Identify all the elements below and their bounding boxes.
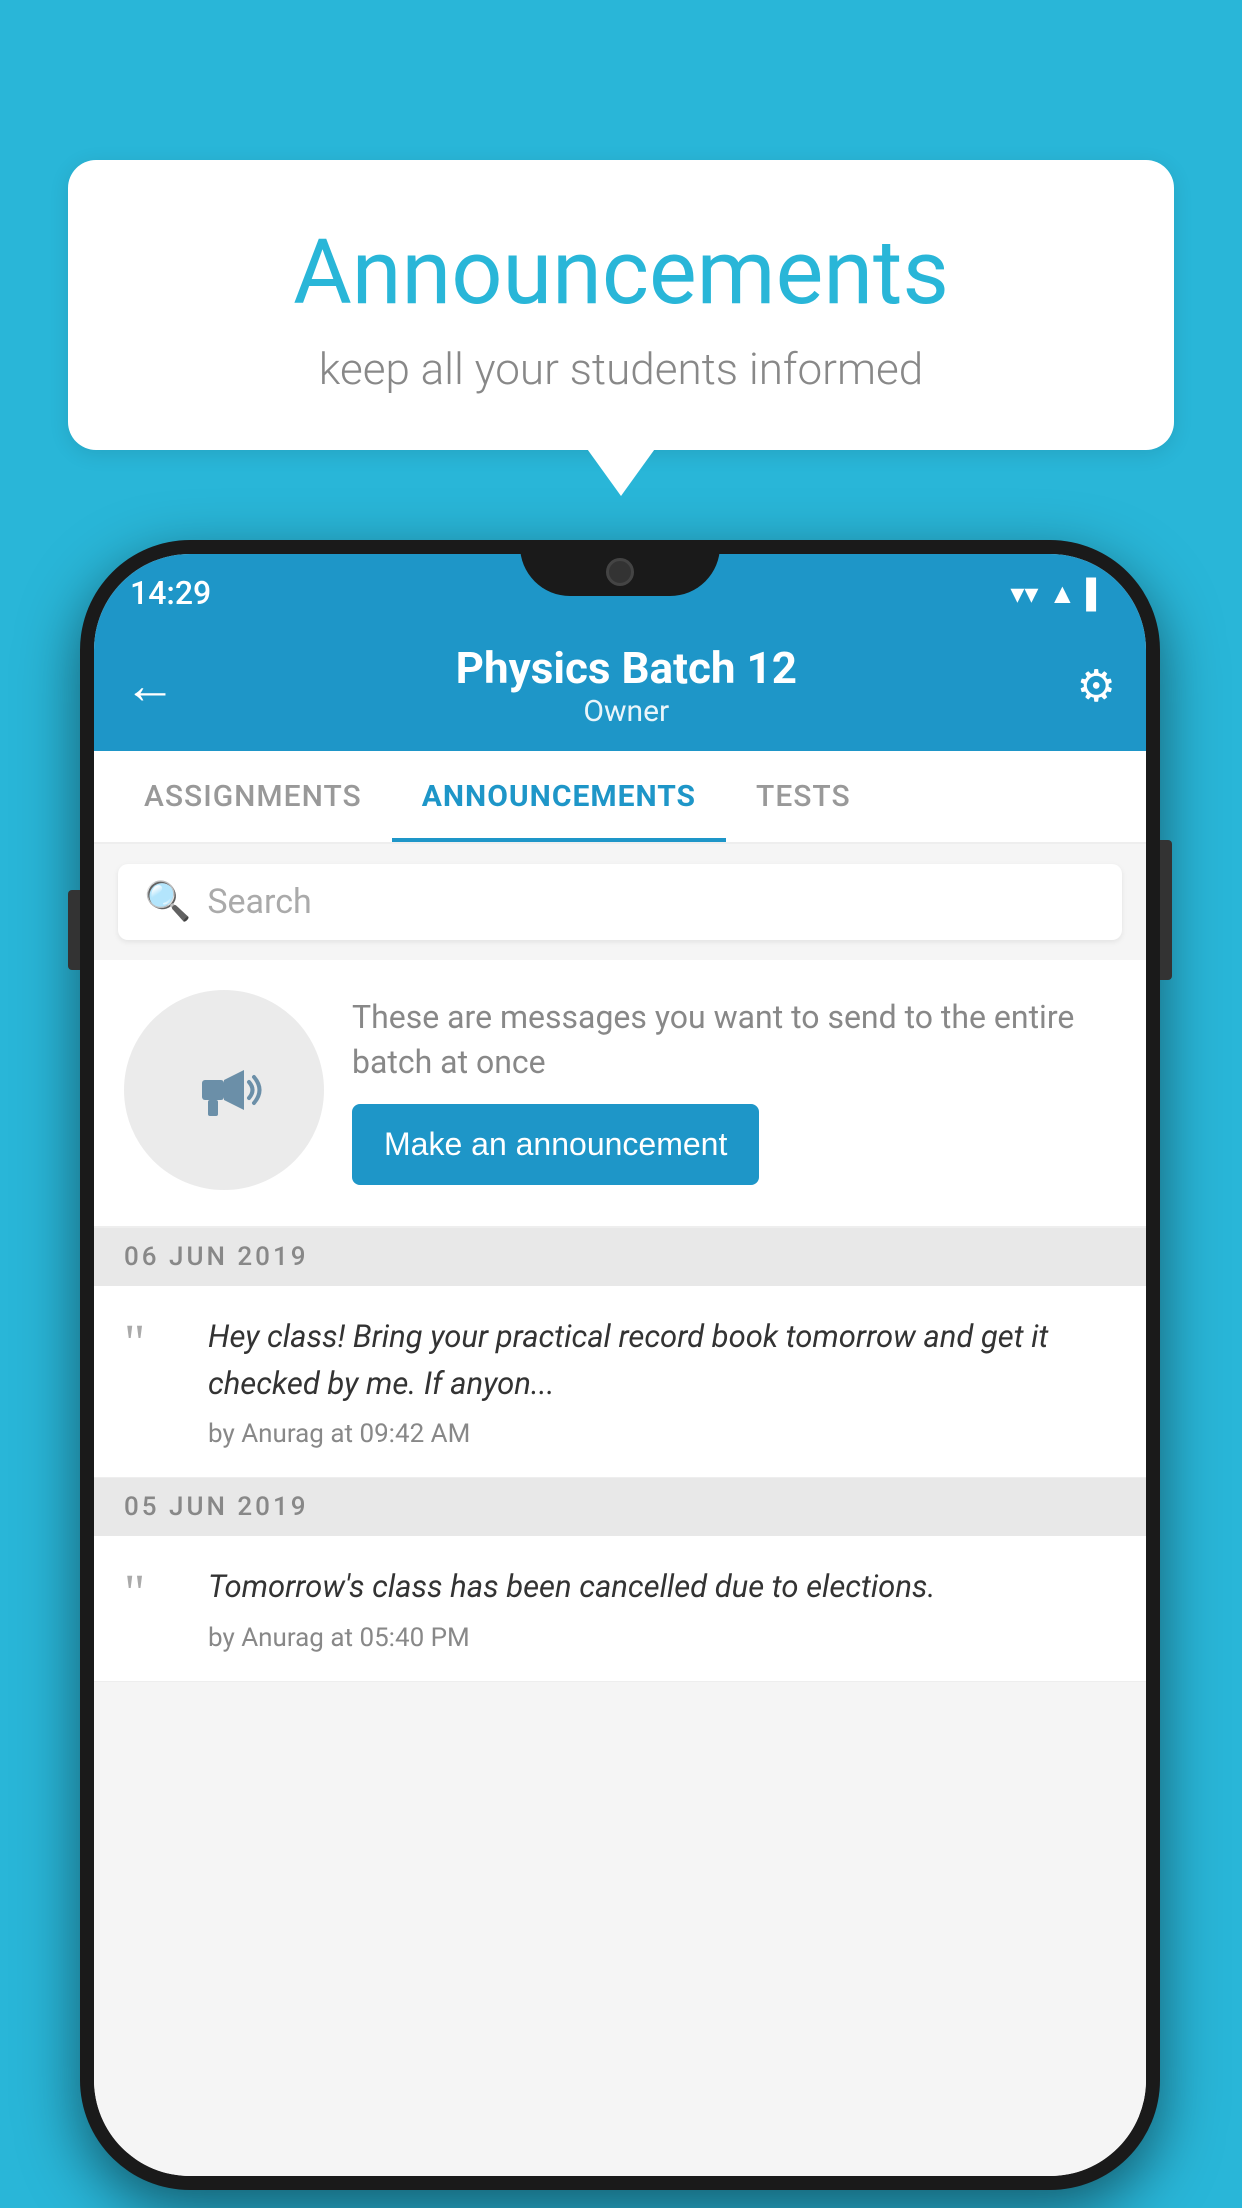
tabs-bar: ASSIGNMENTS ANNOUNCEMENTS TESTS: [94, 751, 1146, 844]
announcement-meta-2: by Anurag at 05:40 PM: [208, 1623, 1116, 1653]
date-divider-1: 06 JUN 2019: [94, 1228, 1146, 1286]
app-header: ← Physics Batch 12 Owner ⚙: [94, 624, 1146, 751]
phone-content: 14:29 ▾▾ ▲ ▌ ← Physics Batch 12 Owner ⚙: [94, 554, 1146, 2176]
content-area: 🔍 Search: [94, 844, 1146, 2176]
battery-icon: ▌: [1086, 577, 1106, 610]
tab-tests[interactable]: TESTS: [726, 751, 881, 842]
power-button: [1160, 840, 1172, 980]
header-title: Physics Batch 12: [456, 642, 797, 694]
announcement-item-2: " Tomorrow's class has been cancelled du…: [94, 1536, 1146, 1682]
volume-button: [68, 890, 80, 970]
header-subtitle: Owner: [456, 694, 797, 729]
wifi-icon: ▾▾: [1010, 577, 1038, 610]
search-bar[interactable]: 🔍 Search: [118, 864, 1122, 940]
header-title-group: Physics Batch 12 Owner: [456, 642, 797, 729]
speech-bubble-subtitle: keep all your students informed: [108, 343, 1134, 395]
announcement-text-2: Tomorrow's class has been cancelled due …: [208, 1564, 1116, 1611]
speech-bubble: Announcements keep all your students inf…: [68, 160, 1174, 450]
date-divider-2: 05 JUN 2019: [94, 1478, 1146, 1536]
status-time: 14:29: [130, 574, 211, 612]
search-placeholder: Search: [207, 882, 311, 922]
megaphone-icon: [174, 1040, 274, 1140]
announcement-content-1: Hey class! Bring your practical record b…: [208, 1314, 1116, 1449]
back-button[interactable]: ←: [124, 655, 176, 716]
announcement-prompt: These are messages you want to send to t…: [94, 960, 1146, 1228]
announcement-meta-1: by Anurag at 09:42 AM: [208, 1419, 1116, 1449]
announcement-text-1: Hey class! Bring your practical record b…: [208, 1314, 1116, 1407]
signal-icon: ▲: [1048, 577, 1076, 610]
phone-wrapper: 14:29 ▾▾ ▲ ▌ ← Physics Batch 12 Owner ⚙: [80, 540, 1160, 2190]
phone-notch: [520, 540, 720, 596]
phone-screen: 14:29 ▾▾ ▲ ▌ ← Physics Batch 12 Owner ⚙: [94, 554, 1146, 2176]
announcement-prompt-right: These are messages you want to send to t…: [352, 995, 1116, 1186]
announcement-prompt-description: These are messages you want to send to t…: [352, 995, 1116, 1085]
announcement-content-2: Tomorrow's class has been cancelled due …: [208, 1564, 1116, 1653]
make-announcement-button[interactable]: Make an announcement: [352, 1104, 759, 1185]
phone-outer: 14:29 ▾▾ ▲ ▌ ← Physics Batch 12 Owner ⚙: [80, 540, 1160, 2190]
speech-bubble-title: Announcements: [108, 220, 1134, 325]
speech-bubble-container: Announcements keep all your students inf…: [68, 160, 1174, 450]
tab-assignments[interactable]: ASSIGNMENTS: [114, 751, 392, 842]
status-icons: ▾▾ ▲ ▌: [1010, 577, 1106, 610]
announcement-icon-circle: [124, 990, 324, 1190]
search-icon: 🔍: [144, 880, 191, 924]
settings-icon[interactable]: ⚙: [1077, 660, 1116, 712]
quote-icon-2: ": [124, 1568, 184, 1620]
front-camera: [606, 558, 634, 586]
tab-announcements[interactable]: ANNOUNCEMENTS: [392, 751, 726, 842]
announcement-item-1: " Hey class! Bring your practical record…: [94, 1286, 1146, 1478]
quote-icon-1: ": [124, 1318, 184, 1370]
